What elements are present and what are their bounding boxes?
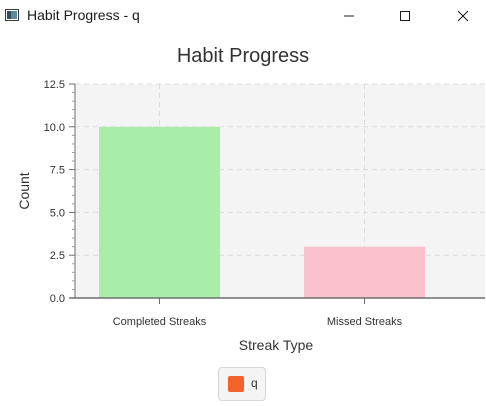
bar-chart: 0.0 2.5 5.0 7.5 10.0 12.5 Completed Streaks Mis… xyxy=(16,79,485,353)
x-tick-label: Missed Streaks xyxy=(327,316,403,328)
y-tick-label: 10.0 xyxy=(44,122,65,134)
bar-missed-streaks xyxy=(304,246,425,298)
y-tick-label: 5.0 xyxy=(50,207,65,219)
legend-label: q xyxy=(251,376,258,390)
y-tick-label: 12.5 xyxy=(44,79,65,91)
legend: q xyxy=(218,367,266,401)
y-tick-label: 0.0 xyxy=(50,293,65,305)
x-axis-label: Streak Type xyxy=(239,337,314,353)
x-tick-label: Completed Streaks xyxy=(113,316,207,328)
y-axis-label: Count xyxy=(16,172,32,209)
bar-completed-streaks xyxy=(99,126,220,298)
y-tick-label: 2.5 xyxy=(50,250,65,262)
legend-swatch xyxy=(228,376,244,392)
y-tick-label: 7.5 xyxy=(50,165,65,177)
